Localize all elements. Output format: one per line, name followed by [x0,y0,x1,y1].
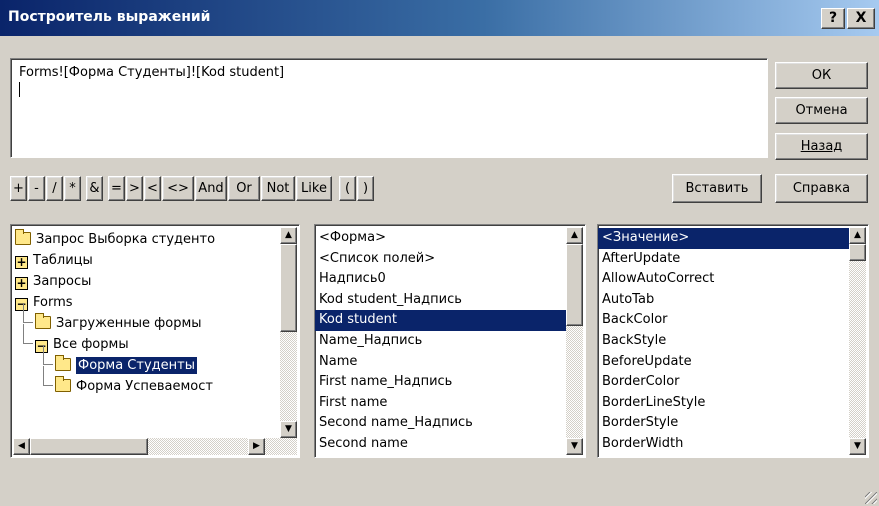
field-vscroll[interactable]: ▲ ▼ [566,227,583,455]
property-list-item[interactable]: AutoTab [598,290,849,311]
field-list-item[interactable]: Name [315,352,566,373]
tree-item-label: Запрос Выборка студенто [36,232,216,247]
tree-hscroll-thumb[interactable] [30,438,148,455]
tree-item-label: Таблицы [33,253,93,268]
field-list-item[interactable]: <Список полей> [315,249,566,270]
operator-button[interactable]: Not [261,176,295,201]
property-scroll-up-button[interactable]: ▲ [849,227,866,244]
operator-button[interactable]: ( [339,176,356,201]
expand-icon[interactable]: + [15,256,28,269]
operator-button[interactable]: = [108,176,125,201]
tree-scroll-right-button[interactable]: ▶ [248,438,265,455]
open-folder-icon [55,355,71,371]
tree-item[interactable]: + Запросы [15,271,299,292]
operator-button[interactable]: / [46,176,63,201]
property-scroll-thumb[interactable] [849,244,866,261]
operator-button[interactable]: - [28,176,45,201]
help-button[interactable]: Справка [775,174,868,203]
folder-icon [35,313,51,329]
tree-connector [43,345,53,365]
operator-button[interactable]: Like [296,176,332,201]
operator-button[interactable]: + [10,176,27,201]
ok-button[interactable]: ОК [775,62,868,89]
tree-item-label: Все формы [53,337,129,352]
tree-item-label: Загруженные формы [56,316,202,331]
tree-hscroll[interactable]: ◀ ▶ [13,438,297,455]
tree-item-label: Запросы [33,274,92,289]
field-list-item[interactable]: Second name [315,434,566,455]
property-list-item[interactable]: BorderLineStyle [598,393,849,414]
tree-item[interactable]: Загруженные формы [15,303,299,334]
field-list-item[interactable]: First name_Надпись [315,372,566,393]
tree-item[interactable]: Запрос Выборка студенто [15,229,299,250]
cancel-button[interactable]: Отмена [775,97,868,124]
field-scroll-thumb[interactable] [566,244,583,326]
paste-button[interactable]: Вставить [672,174,762,203]
resize-grip[interactable] [865,492,877,504]
help-label: Справка [792,181,851,196]
operator-button[interactable]: ) [357,176,374,201]
property-list-item[interactable]: BorderWidth [598,434,849,455]
property-list-item[interactable]: BorderStyle [598,413,849,434]
expand-icon[interactable]: + [15,277,28,290]
property-scroll-down-button[interactable]: ▼ [849,438,866,455]
text-caret [19,82,20,97]
property-list-item[interactable]: BackColor [598,310,849,331]
property-vscroll[interactable]: ▲ ▼ [849,227,866,455]
folder-icon [55,376,71,392]
expression-text: Forms![Форма Студенты]![Kod student] [19,65,285,80]
tree-connector [23,303,33,323]
object-tree[interactable]: Запрос Выборка студенто + Таблицы + Запросы −… [10,224,300,458]
property-list-item[interactable]: AllowAutoCorrect [598,269,849,290]
tree-scroll-left-button[interactable]: ◀ [13,438,30,455]
back-label: Назад [800,139,843,154]
property-list-item[interactable]: BackStyle [598,331,849,352]
field-list-item[interactable]: Name_Надпись [315,331,566,352]
close-button[interactable]: X [847,8,875,29]
tree-scroll-up-button[interactable]: ▲ [280,227,297,244]
field-list-item[interactable]: <Форма> [315,228,566,249]
operator-button[interactable]: > [126,176,143,201]
tree-item-label: Форма Успеваемост [76,379,213,394]
tree-scroll-down-button[interactable]: ▼ [280,421,297,438]
tree-item[interactable]: Форма Студенты [15,345,299,376]
help-question-button[interactable]: ? [821,8,845,29]
title-bar[interactable]: Построитель выражений ? X [0,0,879,36]
back-button[interactable]: Назад [775,133,868,160]
field-list-item[interactable]: Kod student [315,310,566,331]
field-list-item[interactable]: Second name_Надпись [315,413,566,434]
property-list-item[interactable]: AfterUpdate [598,249,849,270]
tree-item-label: Форма Студенты [76,357,197,374]
tree-item[interactable]: − Forms [15,292,299,313]
tree-connector [23,324,33,344]
tree-connector [43,366,53,386]
field-list-item[interactable]: Надпись0 [315,269,566,290]
field-scroll-down-button[interactable]: ▼ [566,438,583,455]
expression-textbox[interactable]: Forms![Форма Студенты]![Kod student] [10,58,768,158]
tree-vscroll[interactable]: ▲ ▼ [280,227,297,438]
tree-item-label: Forms [33,295,73,310]
tree-item[interactable]: − Все формы [15,324,299,355]
field-list-item[interactable]: Kod student_Надпись [315,290,566,311]
operator-button[interactable]: * [64,176,81,201]
property-list-item[interactable]: BeforeUpdate [598,352,849,373]
property-list-item[interactable]: <Значение> [598,228,849,249]
operator-button[interactable]: < [144,176,161,201]
operator-button[interactable]: And [195,176,227,201]
window-title: Построитель выражений [8,9,211,25]
tree-item[interactable]: Форма Успеваемост [15,366,299,397]
operator-button[interactable]: Or [228,176,260,201]
field-scroll-up-button[interactable]: ▲ [566,227,583,244]
field-list-item[interactable]: First name [315,393,566,414]
tree-scroll-thumb[interactable] [280,244,297,332]
property-list-item[interactable]: BorderColor [598,372,849,393]
property-list[interactable]: <Значение> AfterUpdate AllowAutoCorrect Aut… [597,224,869,458]
operator-button[interactable]: <> [162,176,194,201]
tree-item[interactable]: + Таблицы [15,250,299,271]
folder-icon [15,229,31,245]
operator-button[interactable]: & [86,176,103,201]
field-list[interactable]: <Форма> <Список полей> Надпись0 Kod student… [314,224,586,458]
